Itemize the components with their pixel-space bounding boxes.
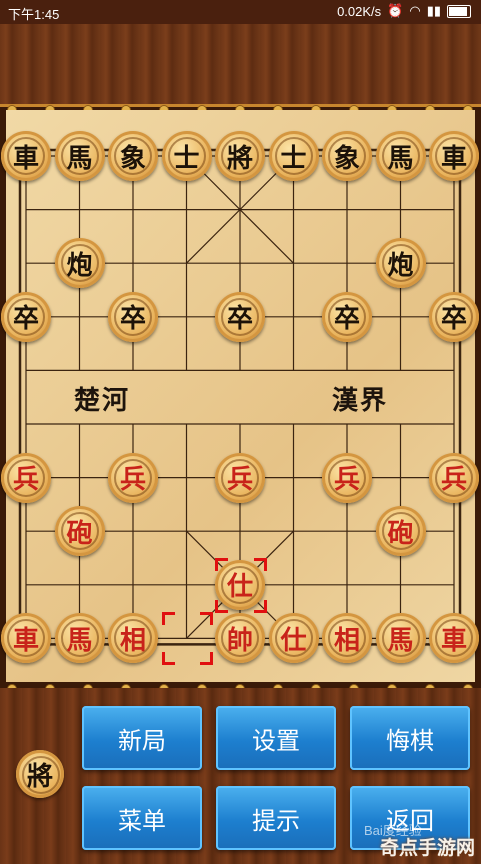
piece-label: 車 <box>12 625 39 656</box>
black-piece[interactable]: 象 <box>108 131 158 181</box>
piece-label: 將 <box>226 143 253 174</box>
black-piece[interactable]: 車 <box>429 131 479 181</box>
settings-button[interactable]: 设置 <box>216 706 336 770</box>
red-piece[interactable]: 兵 <box>429 452 479 503</box>
piece-label: 兵 <box>226 465 253 496</box>
piece-label: 馬 <box>66 143 93 174</box>
piece-label: 卒 <box>440 304 467 335</box>
black-piece[interactable]: 馬 <box>54 131 105 181</box>
piece-label: 仕 <box>280 625 307 656</box>
piece-label: 象 <box>333 143 360 174</box>
red-piece[interactable]: 砲 <box>375 506 426 557</box>
piece-label: 兵 <box>119 465 146 496</box>
black-piece[interactable]: 卒 <box>108 291 158 342</box>
black-piece[interactable]: 卒 <box>1 291 51 342</box>
piece-label: 士 <box>280 143 307 174</box>
piece-label: 象 <box>119 143 146 174</box>
black-piece[interactable]: 車 <box>1 131 51 181</box>
red-piece[interactable]: 馬 <box>375 613 426 664</box>
black-piece[interactable]: 士 <box>161 131 212 181</box>
piece-label: 卒 <box>12 304 39 335</box>
red-piece[interactable]: 馬 <box>54 613 105 664</box>
site-watermark: 奇点手游网 <box>379 837 475 859</box>
piece-label: 兵 <box>333 465 360 496</box>
piece-label: 炮 <box>66 250 93 281</box>
hint-button[interactable]: 提示 <box>216 786 336 850</box>
black-piece[interactable]: 卒 <box>429 291 479 342</box>
red-piece[interactable]: 兵 <box>215 452 265 503</box>
red-piece[interactable]: 兵 <box>1 452 51 503</box>
black-piece[interactable]: 炮 <box>375 238 426 289</box>
piece-label: 帥 <box>226 625 253 656</box>
undo-button[interactable]: 悔棋 <box>350 706 470 770</box>
black-piece[interactable]: 將 <box>215 131 265 181</box>
piece-label: 車 <box>440 143 467 174</box>
piece-label: 相 <box>119 625 146 656</box>
black-piece[interactable]: 炮 <box>54 238 105 289</box>
piece-label: 馬 <box>387 143 414 174</box>
piece-label: 卒 <box>226 304 253 335</box>
black-piece[interactable]: 卒 <box>322 291 372 342</box>
black-piece[interactable]: 馬 <box>375 131 426 181</box>
piece-label: 車 <box>12 143 39 174</box>
black-piece[interactable]: 象 <box>322 131 372 181</box>
new-game-button[interactable]: 新局 <box>82 706 202 770</box>
river-label-chu: 楚河 <box>74 386 131 416</box>
turn-indicator-piece: 將 <box>16 750 64 798</box>
piece-label: 兵 <box>440 465 467 496</box>
piece-label: 相 <box>333 625 360 656</box>
red-piece[interactable]: 兵 <box>108 452 158 503</box>
piece-label: 炮 <box>387 250 414 281</box>
red-piece[interactable]: 砲 <box>54 506 105 557</box>
piece-label: 兵 <box>12 465 39 496</box>
piece-label: 砲 <box>66 518 93 549</box>
piece-label: 士 <box>173 143 200 174</box>
red-piece[interactable]: 兵 <box>322 452 372 503</box>
piece-label: 仕 <box>226 572 253 603</box>
red-piece[interactable]: 仕 <box>268 613 319 664</box>
menu-button[interactable]: 菜单 <box>82 786 202 850</box>
black-piece[interactable]: 士 <box>268 131 319 181</box>
piece-label: 砲 <box>387 518 414 549</box>
piece-label: 車 <box>440 625 467 656</box>
piece-label: 馬 <box>66 625 93 656</box>
piece-label: 卒 <box>119 304 146 335</box>
piece-label: 馬 <box>387 625 414 656</box>
piece-label: 卒 <box>333 304 360 335</box>
river-label-han: 漢界 <box>332 386 389 416</box>
black-piece[interactable]: 卒 <box>215 291 265 342</box>
